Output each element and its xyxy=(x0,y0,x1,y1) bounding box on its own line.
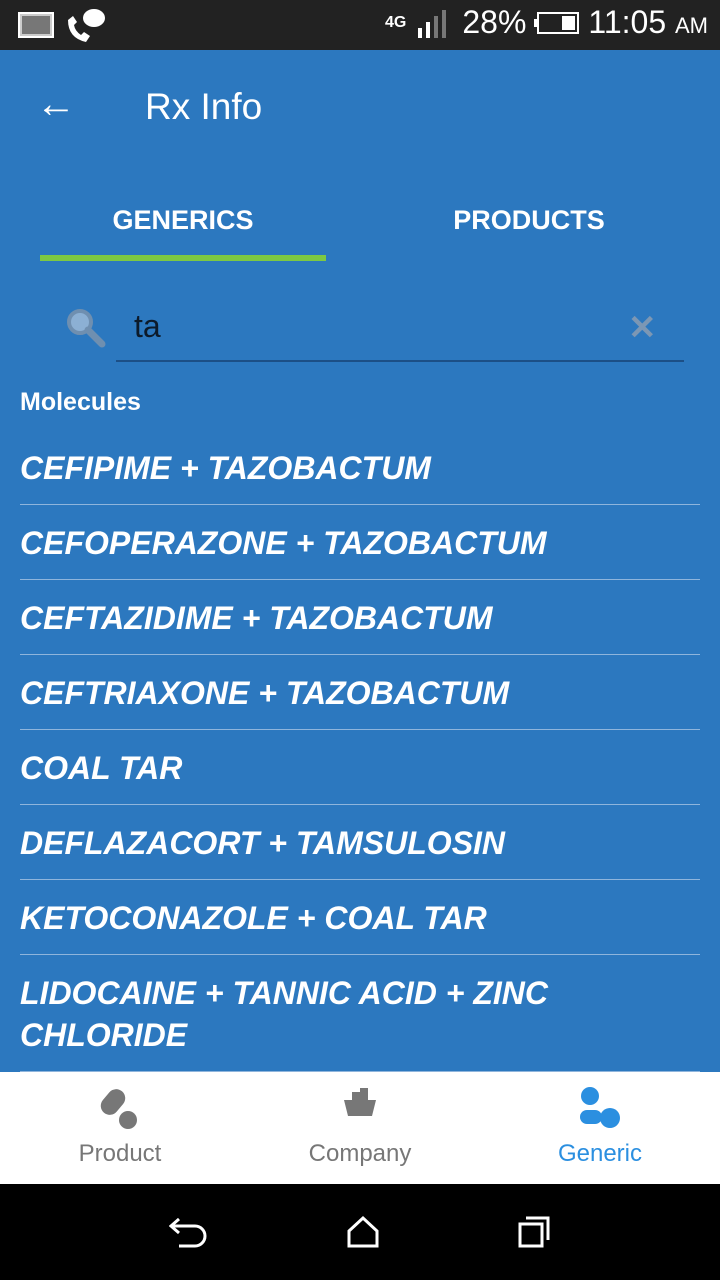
list-item[interactable]: LIDOCAINE + TANNIC ACID + ZINC CHLORIDE xyxy=(20,955,700,1072)
back-button[interactable]: ← xyxy=(36,84,76,124)
pills-icon xyxy=(580,1087,620,1128)
network-type: 4G xyxy=(385,13,407,31)
molecule-list: CEFIPIME + TAZOBACTUM CEFOPERAZONE + TAZO… xyxy=(20,430,700,1072)
pill-icon xyxy=(100,1089,137,1129)
clock-ampm: AM xyxy=(675,13,708,38)
section-label: Molecules xyxy=(20,388,141,416)
list-item[interactable]: COAL TAR xyxy=(20,730,700,805)
signal-icon xyxy=(418,9,447,38)
nav-generic[interactable]: Generic xyxy=(480,1072,720,1184)
recents-icon[interactable] xyxy=(517,1215,551,1249)
system-navigation-bar xyxy=(0,1184,720,1280)
page-title: Rx Info xyxy=(145,86,263,127)
back-nav-icon[interactable] xyxy=(168,1215,209,1249)
clear-search-icon[interactable]: ✕ xyxy=(628,308,657,348)
list-item[interactable]: DEFLAZACORT + TAMSULOSIN xyxy=(20,805,700,880)
clock: 11:05 xyxy=(588,4,667,40)
nav-product[interactable]: Product xyxy=(0,1072,240,1184)
search-icon xyxy=(67,309,106,348)
building-icon xyxy=(344,1088,376,1116)
nav-company[interactable]: Company xyxy=(240,1072,480,1184)
tab-products[interactable]: PRODUCTS xyxy=(386,205,672,236)
tab-indicator xyxy=(40,255,326,261)
main-content: ← Rx Info GENERICS PRODUCTS ta ✕ Molecul… xyxy=(0,50,720,1072)
list-item[interactable]: CEFIPIME + TAZOBACTUM xyxy=(20,430,700,505)
list-item[interactable]: CEFOPERAZONE + TAZOBACTUM xyxy=(20,505,700,580)
status-bar: 4G 28% 11:05 AM xyxy=(0,0,720,50)
home-icon[interactable] xyxy=(346,1215,380,1249)
battery-icon xyxy=(534,11,580,34)
bottom-navigation: Product Company Generic xyxy=(0,1072,720,1184)
search-input[interactable]: ta xyxy=(116,300,684,362)
list-item[interactable]: CEFTAZIDIME + TAZOBACTUM xyxy=(20,580,700,655)
battery-percent: 28% xyxy=(462,4,527,40)
tab-generics[interactable]: GENERICS xyxy=(40,205,326,236)
nav-label: Product xyxy=(78,1140,162,1167)
nav-label: Company xyxy=(308,1140,412,1167)
missed-call-icon xyxy=(68,9,105,42)
list-item[interactable]: CEFTRIAXONE + TAZOBACTUM xyxy=(20,655,700,730)
nav-label: Generic xyxy=(557,1140,643,1167)
gallery-notification-icon xyxy=(18,12,54,38)
list-item[interactable]: KETOCONAZOLE + COAL TAR xyxy=(20,880,700,955)
